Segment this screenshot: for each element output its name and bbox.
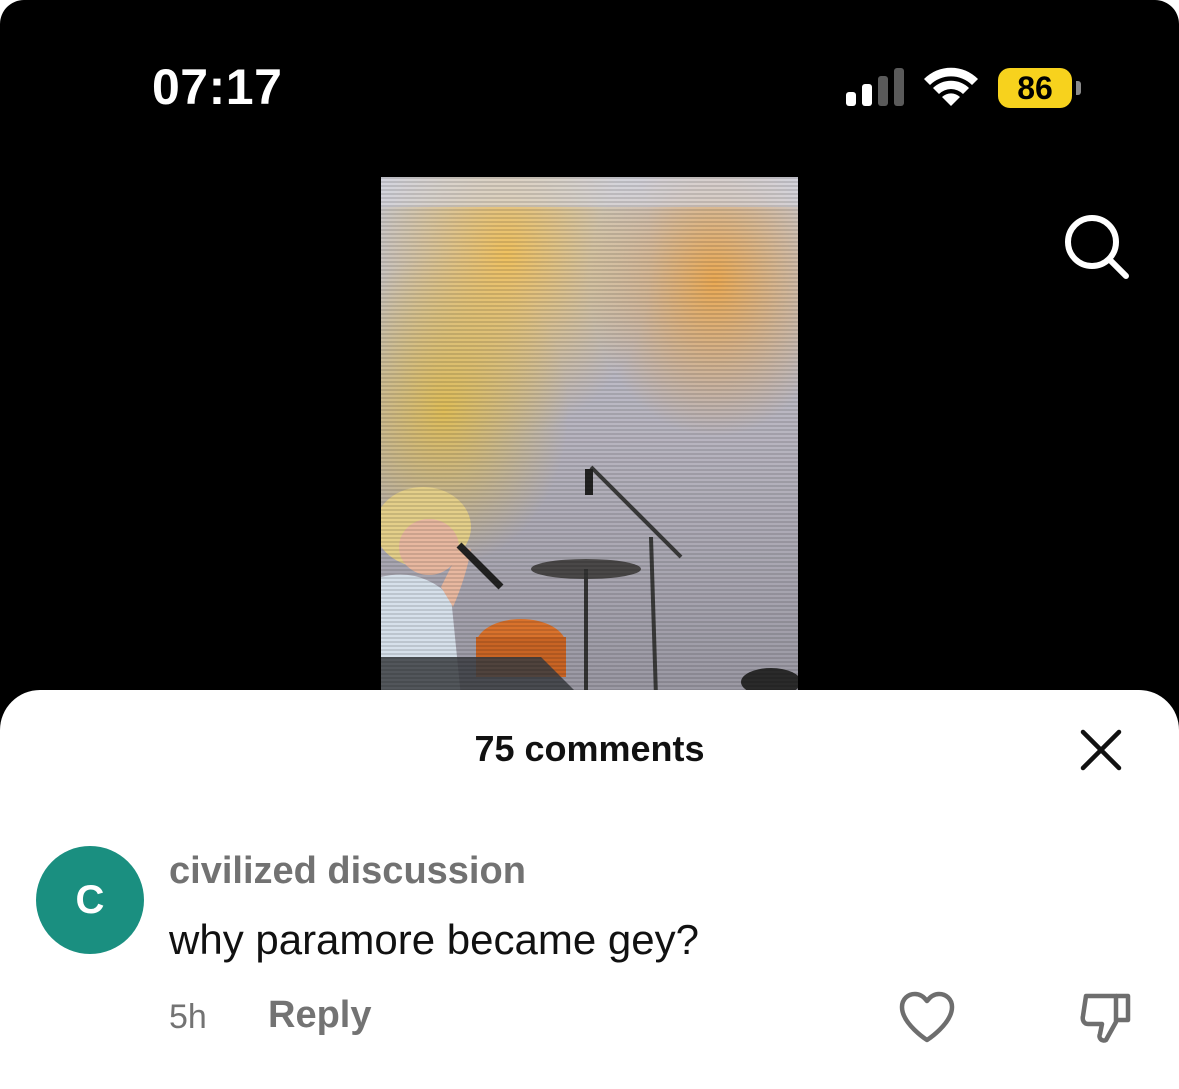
thumbs-down-icon[interactable] [1076, 988, 1136, 1048]
comment-text: why paramore became gey? [169, 916, 699, 963]
battery-indicator: 86 [998, 68, 1084, 110]
status-time: 07:17 [152, 59, 283, 115]
avatar[interactable]: C [36, 846, 144, 954]
battery-cap [1076, 81, 1081, 95]
phone-screen: 07:17 86 75 comments C civilized discuss… [0, 0, 1179, 1089]
comment-username[interactable]: civilized discussion [169, 850, 526, 893]
comments-sheet: 75 comments C civilized discussion why p… [0, 690, 1179, 1089]
heart-icon[interactable] [898, 990, 956, 1044]
reply-button[interactable]: Reply [268, 994, 371, 1037]
battery-level: 86 [998, 68, 1072, 108]
cellular-signal-icon [846, 68, 904, 106]
wifi-icon [924, 67, 978, 106]
comment-timestamp: 5h [169, 998, 207, 1036]
video-thumbnail-image [381, 177, 798, 697]
search-icon[interactable] [1060, 210, 1132, 282]
comments-count-title: 75 comments [474, 728, 705, 769]
close-icon[interactable] [1077, 726, 1125, 774]
video-player[interactable] [381, 177, 798, 697]
